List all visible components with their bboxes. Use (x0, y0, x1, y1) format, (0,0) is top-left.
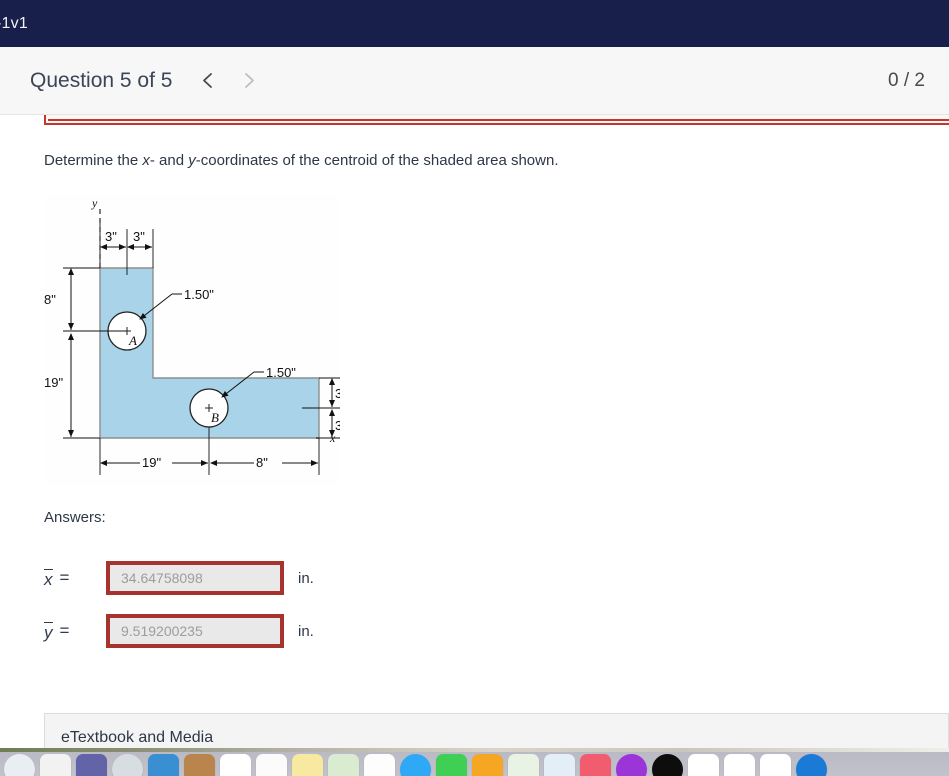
etextbook-and-media-panel[interactable]: eTextbook and Media (44, 713, 949, 748)
leader-label-b: 1.50" (266, 365, 296, 380)
dim-top-right: 3" (133, 229, 145, 244)
dim-right-lower: 3" (335, 418, 340, 433)
answer-row-y: y = in. (44, 614, 314, 648)
dim-top-left: 3" (105, 229, 117, 244)
dock-icon-books[interactable] (580, 754, 611, 776)
answer-unit-x: in. (298, 569, 314, 587)
hole-a-label: A (128, 333, 137, 348)
chevron-left-icon[interactable] (196, 70, 218, 92)
dock-icon-launchpad[interactable] (112, 754, 143, 776)
dock-icon-microsoft-word[interactable] (688, 754, 719, 776)
equals-sign-y: = (59, 621, 70, 640)
equals-sign-x: = (59, 568, 70, 587)
dock-icon-pages[interactable] (472, 754, 503, 776)
dock-icon-preview[interactable] (40, 754, 71, 776)
dock-icon-messages[interactable] (400, 754, 431, 776)
prompt-segment-2: - and (149, 152, 189, 169)
question-navigation (196, 70, 260, 92)
dock-icon-safari[interactable] (4, 754, 35, 776)
dock-icon-calendar[interactable] (220, 754, 251, 776)
question-prompt: Determine the x- and y-coordinates of th… (44, 152, 558, 169)
dock-icon-contacts[interactable] (184, 754, 215, 776)
dock-icon-reminders[interactable] (256, 754, 287, 776)
dock-icon-keynote[interactable] (544, 754, 575, 776)
x-bar-symbol: x (44, 568, 53, 589)
answer-input-x[interactable] (106, 561, 284, 595)
answer-row-x: x = in. (44, 561, 314, 595)
figure-centroid-diagram: A B y x 3" 3" 8" 19" 19" 8" 3 3 1.50" 1.… (44, 195, 340, 485)
dock-icon-photos[interactable] (364, 754, 395, 776)
hole-b-label: B (211, 410, 219, 425)
dock-icon-maps[interactable] (328, 754, 359, 776)
prompt-var-y: y (188, 152, 196, 169)
dock-icon-numbers[interactable] (508, 754, 539, 776)
prompt-segment-1: Determine the (44, 152, 143, 169)
app-root: -1v1 Question 5 of 5 0 / 2 Determine the… (0, 0, 949, 776)
dock-icon-list (4, 754, 827, 776)
etextbook-title: eTextbook and Media (61, 728, 214, 746)
question-content: Determine the x- and y-coordinates of th… (0, 115, 949, 748)
answers-label: Answers: (44, 509, 106, 526)
browser-tab-title: -1v1 (0, 14, 28, 32)
error-alert-box (44, 115, 949, 125)
y-bar-symbol: y (44, 621, 53, 642)
answer-symbol-y: y = (44, 621, 94, 641)
macos-dock (0, 748, 949, 776)
dock-icon-microsoft-teams[interactable] (76, 754, 107, 776)
chevron-right-icon[interactable] (238, 70, 260, 92)
dim-left-lower: 19" (44, 375, 63, 390)
dock-icon-microsoft-excel[interactable] (724, 754, 755, 776)
question-header: Question 5 of 5 0 / 2 (0, 47, 949, 115)
dim-right-upper: 3" (335, 386, 340, 401)
answer-unit-y: in. (298, 622, 314, 640)
prompt-var-x: x (142, 152, 150, 169)
dock-icon-microsoft-onedrive[interactable] (796, 754, 827, 776)
prompt-segment-3: -coordinates of the centroid of the shad… (195, 152, 559, 169)
dock-icon-facetime[interactable] (436, 754, 467, 776)
answer-input-y[interactable] (106, 614, 284, 648)
dim-bottom-left: 19" (142, 455, 161, 470)
dock-icon-mail[interactable] (148, 754, 179, 776)
browser-top-bar: -1v1 (0, 0, 949, 47)
dock-icon-podcasts[interactable] (616, 754, 647, 776)
score-display: 0 / 2 (888, 69, 925, 91)
dock-icon-notes[interactable] (292, 754, 323, 776)
page-title: Question 5 of 5 (30, 68, 173, 92)
answer-symbol-x: x = (44, 568, 94, 588)
dim-bottom-right: 8" (256, 455, 268, 470)
figure-svg: A B y x 3" 3" 8" 19" 19" 8" 3 3 1.50" 1.… (44, 195, 340, 485)
axis-y-label: y (91, 196, 98, 210)
desktop-wallpaper-strip (0, 748, 949, 752)
dim-left-upper: 8" (44, 292, 56, 307)
dock-icon-apple-tv[interactable] (652, 754, 683, 776)
leader-label-a: 1.50" (184, 287, 214, 302)
dock-icon-microsoft-powerpoint[interactable] (760, 754, 791, 776)
